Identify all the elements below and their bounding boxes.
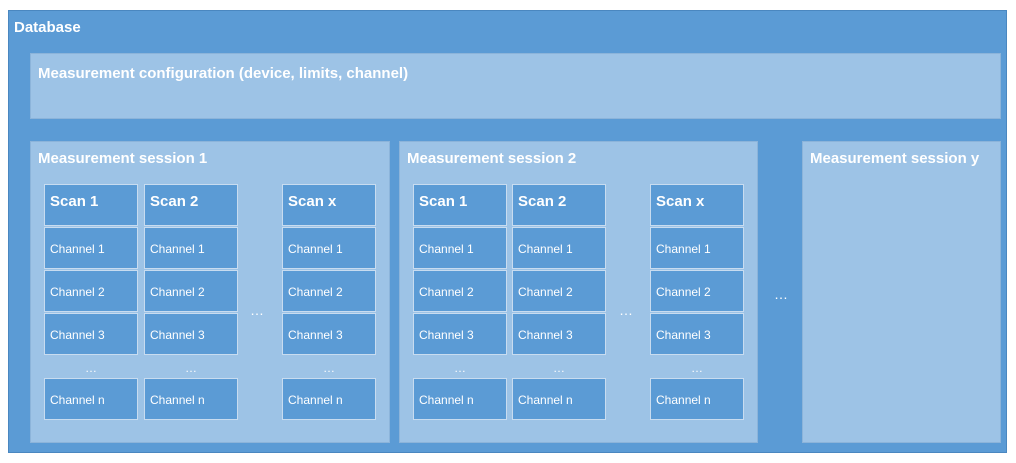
- database-title: Database: [14, 19, 81, 36]
- measurement-configuration-title: Measurement configuration (device, limit…: [38, 65, 409, 82]
- scan-header: Scan x: [282, 184, 376, 226]
- scan-ellipsis: …: [619, 302, 633, 318]
- channel-cell: Channel 1: [512, 227, 606, 269]
- channel-ellipsis: …: [454, 361, 466, 375]
- channel-cell: Channel n: [44, 378, 138, 420]
- channel-ellipsis: …: [323, 361, 335, 375]
- channel-cell: Channel 1: [144, 227, 238, 269]
- session-ellipsis: …: [774, 286, 788, 302]
- channel-cell: Channel 2: [512, 270, 606, 312]
- channel-ellipsis: …: [85, 361, 97, 375]
- database-container: Database Measurement configuration (devi…: [8, 10, 1007, 453]
- channel-cell: Channel n: [650, 378, 744, 420]
- channel-cell: Channel 1: [282, 227, 376, 269]
- channel-cell: Channel 3: [282, 313, 376, 355]
- scan-header: Scan x: [650, 184, 744, 226]
- channel-cell: Channel 2: [282, 270, 376, 312]
- channel-ellipsis: …: [691, 361, 703, 375]
- channel-cell: Channel 3: [144, 313, 238, 355]
- scan-ellipsis: …: [250, 302, 264, 318]
- channel-cell: Channel n: [512, 378, 606, 420]
- session-title: Measurement session y: [810, 150, 980, 167]
- channel-cell: Channel 2: [144, 270, 238, 312]
- scan-header: Scan 2: [144, 184, 238, 226]
- channel-cell: Channel 2: [650, 270, 744, 312]
- measurement-configuration-box: Measurement configuration (device, limit…: [30, 53, 1001, 119]
- channel-cell: Channel 3: [512, 313, 606, 355]
- channel-ellipsis: …: [553, 361, 565, 375]
- measurement-session-1: Measurement session 1 Scan 1 Channel 1 C…: [30, 141, 390, 443]
- channel-cell: Channel 3: [413, 313, 507, 355]
- scan-header: Scan 2: [512, 184, 606, 226]
- session-title: Measurement session 2: [407, 150, 577, 167]
- channel-cell: Channel n: [144, 378, 238, 420]
- channel-cell: Channel 1: [44, 227, 138, 269]
- measurement-session-y: Measurement session y: [802, 141, 1001, 443]
- channel-cell: Channel 2: [413, 270, 507, 312]
- channel-cell: Channel 1: [650, 227, 744, 269]
- channel-cell: Channel 3: [650, 313, 744, 355]
- channel-cell: Channel n: [413, 378, 507, 420]
- session-title: Measurement session 1: [38, 150, 208, 167]
- measurement-session-2: Measurement session 2 Scan 1 Channel 1 C…: [399, 141, 758, 443]
- scan-header: Scan 1: [44, 184, 138, 226]
- scan-header: Scan 1: [413, 184, 507, 226]
- channel-ellipsis: …: [185, 361, 197, 375]
- channel-cell: Channel 2: [44, 270, 138, 312]
- channel-cell: Channel n: [282, 378, 376, 420]
- channel-cell: Channel 3: [44, 313, 138, 355]
- channel-cell: Channel 1: [413, 227, 507, 269]
